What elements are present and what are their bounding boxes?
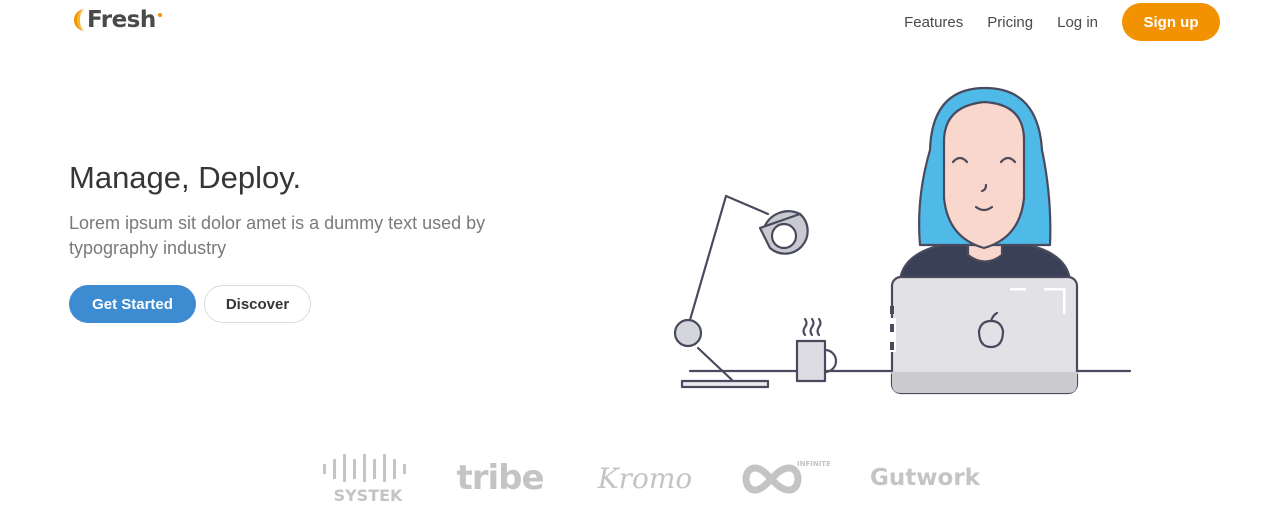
nav-link-features[interactable]: Features — [904, 14, 963, 31]
infinite-label: INFINITE — [797, 460, 830, 468]
kromo-logo: Kromo — [590, 448, 700, 508]
systek-logo: SYSTEK — [310, 448, 420, 508]
systek-label: SYSTEK — [334, 486, 403, 505]
kromo-label: Kromo — [597, 461, 693, 495]
gutwork-logo: Gutwork — [870, 448, 980, 508]
logo-text: Fresh — [87, 7, 156, 33]
nav-links: Features Pricing Log in Sign up — [904, 3, 1220, 41]
client-logos: SYSTEK tribe Kromo INFINITE Gutwork — [310, 448, 990, 508]
hero-title: Manage, Deploy. — [69, 160, 302, 195]
discover-button[interactable]: Discover — [204, 285, 311, 323]
infinite-logo: INFINITE — [735, 448, 830, 508]
logo-dot-icon — [157, 13, 162, 17]
nav-link-pricing[interactable]: Pricing — [987, 14, 1033, 31]
tribe-logo: tribe — [450, 448, 550, 508]
tribe-label: tribe — [456, 458, 544, 498]
woman-at-laptop-illustration — [673, 86, 1132, 395]
get-started-button[interactable]: Get Started — [69, 285, 196, 323]
gutwork-label: Gutwork — [870, 465, 980, 491]
navbar: Fresh Features Pricing Log in Sign up — [0, 0, 1279, 46]
hero-subtitle: Lorem ipsum sit dolor amet is a dummy te… — [69, 213, 486, 258]
brand-logo[interactable]: Fresh — [72, 7, 162, 33]
nav-link-login[interactable]: Log in — [1057, 14, 1098, 31]
signup-button[interactable]: Sign up — [1122, 3, 1220, 41]
